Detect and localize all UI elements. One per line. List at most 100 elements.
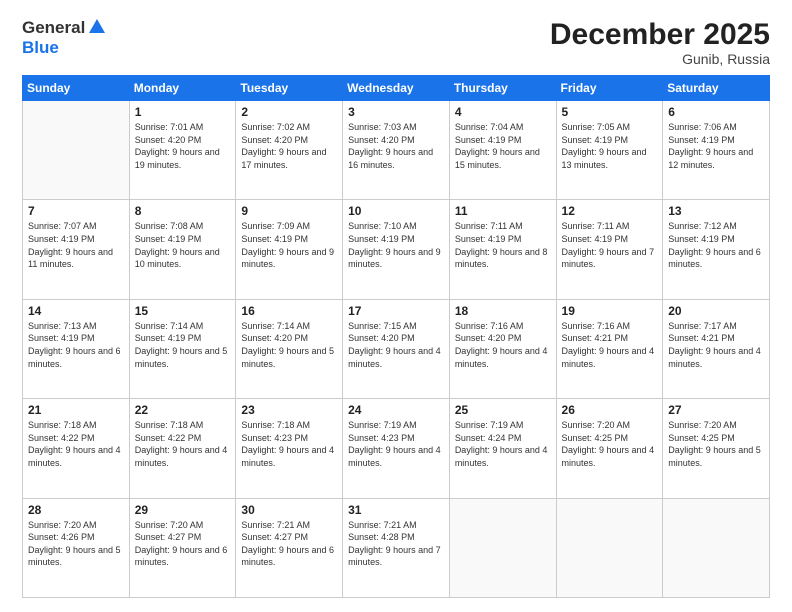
calendar-cell — [663, 498, 770, 597]
day-number: 1 — [135, 105, 231, 119]
calendar-cell: 1 Sunrise: 7:01 AMSunset: 4:20 PMDaylight… — [129, 101, 236, 200]
logo-blue-text: Blue — [22, 38, 59, 57]
calendar-cell: 4 Sunrise: 7:04 AMSunset: 4:19 PMDaylight… — [449, 101, 556, 200]
calendar-cell: 30 Sunrise: 7:21 AMSunset: 4:27 PMDayligh… — [236, 498, 343, 597]
day-number: 23 — [241, 403, 337, 417]
calendar-cell: 31 Sunrise: 7:21 AMSunset: 4:28 PMDayligh… — [343, 498, 450, 597]
day-number: 30 — [241, 503, 337, 517]
calendar-cell: 25 Sunrise: 7:19 AMSunset: 4:24 PMDayligh… — [449, 399, 556, 498]
day-number: 2 — [241, 105, 337, 119]
day-number: 14 — [28, 304, 124, 318]
day-number: 26 — [562, 403, 658, 417]
day-number: 4 — [455, 105, 551, 119]
day-number: 12 — [562, 204, 658, 218]
calendar-cell: 27Sunrise: 7:20 AMSunset: 4:25 PMDayligh… — [663, 399, 770, 498]
calendar-cell: 6 Sunrise: 7:06 AMSunset: 4:19 PMDaylight… — [663, 101, 770, 200]
cell-details: Sunrise: 7:01 AMSunset: 4:20 PMDaylight:… — [135, 121, 231, 171]
cell-details: Sunrise: 7:03 AMSunset: 4:20 PMDaylight:… — [348, 121, 444, 171]
calendar-cell: 11 Sunrise: 7:11 AMSunset: 4:19 PMDayligh… — [449, 200, 556, 299]
day-header-thursday: Thursday — [449, 76, 556, 101]
calendar-cell: 8Sunrise: 7:08 AMSunset: 4:19 PMDaylight… — [129, 200, 236, 299]
cell-details: Sunrise: 7:21 AMSunset: 4:28 PMDaylight:… — [348, 519, 444, 569]
calendar-cell: 14 Sunrise: 7:13 AMSunset: 4:19 PMDayligh… — [23, 299, 130, 398]
calendar-cell: 2Sunrise: 7:02 AMSunset: 4:20 PMDaylight… — [236, 101, 343, 200]
day-header-wednesday: Wednesday — [343, 76, 450, 101]
calendar-cell: 26 Sunrise: 7:20 AMSunset: 4:25 PMDayligh… — [556, 399, 663, 498]
cell-details: Sunrise: 7:16 AMSunset: 4:20 PMDaylight:… — [455, 320, 551, 370]
calendar-cell: 18Sunrise: 7:16 AMSunset: 4:20 PMDayligh… — [449, 299, 556, 398]
calendar-cell: 16 Sunrise: 7:14 AMSunset: 4:20 PMDayligh… — [236, 299, 343, 398]
cell-details: Sunrise: 7:20 AMSunset: 4:26 PMDaylight:… — [28, 519, 124, 569]
calendar-cell: 19 Sunrise: 7:16 AMSunset: 4:21 PMDayligh… — [556, 299, 663, 398]
cell-details: Sunrise: 7:17 AMSunset: 4:21 PMDaylight:… — [668, 320, 764, 370]
day-number: 16 — [241, 304, 337, 318]
calendar-cell: 20Sunrise: 7:17 AMSunset: 4:21 PMDayligh… — [663, 299, 770, 398]
cell-details: Sunrise: 7:15 AMSunset: 4:20 PMDaylight:… — [348, 320, 444, 370]
calendar-cell: 28 Sunrise: 7:20 AMSunset: 4:26 PMDayligh… — [23, 498, 130, 597]
cell-details: Sunrise: 7:05 AMSunset: 4:19 PMDaylight:… — [562, 121, 658, 171]
day-number: 13 — [668, 204, 764, 218]
title-block: December 2025 Gunib, Russia — [550, 18, 770, 67]
day-number: 19 — [562, 304, 658, 318]
day-number: 24 — [348, 403, 444, 417]
day-header-saturday: Saturday — [663, 76, 770, 101]
calendar-cell — [449, 498, 556, 597]
day-number: 31 — [348, 503, 444, 517]
cell-details: Sunrise: 7:18 AMSunset: 4:22 PMDaylight:… — [28, 419, 124, 469]
cell-details: Sunrise: 7:14 AMSunset: 4:20 PMDaylight:… — [241, 320, 337, 370]
day-header-tuesday: Tuesday — [236, 76, 343, 101]
day-number: 10 — [348, 204, 444, 218]
day-header-sunday: Sunday — [23, 76, 130, 101]
cell-details: Sunrise: 7:09 AMSunset: 4:19 PMDaylight:… — [241, 220, 337, 270]
cell-details: Sunrise: 7:18 AMSunset: 4:23 PMDaylight:… — [241, 419, 337, 469]
header: General Blue December 2025 Gunib, Russia — [22, 18, 770, 67]
logo: General Blue — [22, 18, 107, 58]
day-number: 9 — [241, 204, 337, 218]
cell-details: Sunrise: 7:11 AMSunset: 4:19 PMDaylight:… — [562, 220, 658, 270]
page: General Blue December 2025 Gunib, Russia… — [0, 0, 792, 612]
day-number: 11 — [455, 204, 551, 218]
calendar-cell: 15Sunrise: 7:14 AMSunset: 4:19 PMDayligh… — [129, 299, 236, 398]
day-number: 25 — [455, 403, 551, 417]
calendar-cell: 23 Sunrise: 7:18 AMSunset: 4:23 PMDayligh… — [236, 399, 343, 498]
cell-details: Sunrise: 7:19 AMSunset: 4:23 PMDaylight:… — [348, 419, 444, 469]
calendar-cell: 22 Sunrise: 7:18 AMSunset: 4:22 PMDayligh… — [129, 399, 236, 498]
day-number: 28 — [28, 503, 124, 517]
calendar-cell: 7Sunrise: 7:07 AMSunset: 4:19 PMDaylight… — [23, 200, 130, 299]
logo-general-text: General — [22, 18, 85, 38]
cell-details: Sunrise: 7:10 AMSunset: 4:19 PMDaylight:… — [348, 220, 444, 270]
day-number: 22 — [135, 403, 231, 417]
calendar-cell: 13 Sunrise: 7:12 AMSunset: 4:19 PMDayligh… — [663, 200, 770, 299]
day-number: 5 — [562, 105, 658, 119]
cell-details: Sunrise: 7:13 AMSunset: 4:19 PMDaylight:… — [28, 320, 124, 370]
day-number: 15 — [135, 304, 231, 318]
cell-details: Sunrise: 7:18 AMSunset: 4:22 PMDaylight:… — [135, 419, 231, 469]
calendar-cell: 12 Sunrise: 7:11 AMSunset: 4:19 PMDayligh… — [556, 200, 663, 299]
day-header-friday: Friday — [556, 76, 663, 101]
calendar-cell: 5 Sunrise: 7:05 AMSunset: 4:19 PMDaylight… — [556, 101, 663, 200]
logo-icon — [87, 17, 107, 37]
cell-details: Sunrise: 7:20 AMSunset: 4:27 PMDaylight:… — [135, 519, 231, 569]
day-header-monday: Monday — [129, 76, 236, 101]
day-number: 8 — [135, 204, 231, 218]
day-number: 29 — [135, 503, 231, 517]
cell-details: Sunrise: 7:06 AMSunset: 4:19 PMDaylight:… — [668, 121, 764, 171]
cell-details: Sunrise: 7:11 AMSunset: 4:19 PMDaylight:… — [455, 220, 551, 270]
calendar-cell: 21Sunrise: 7:18 AMSunset: 4:22 PMDayligh… — [23, 399, 130, 498]
calendar-cell: 17Sunrise: 7:15 AMSunset: 4:20 PMDayligh… — [343, 299, 450, 398]
cell-details: Sunrise: 7:04 AMSunset: 4:19 PMDaylight:… — [455, 121, 551, 171]
calendar-table: SundayMondayTuesdayWednesdayThursdayFrid… — [22, 75, 770, 598]
calendar-cell: 29 Sunrise: 7:20 AMSunset: 4:27 PMDayligh… — [129, 498, 236, 597]
cell-details: Sunrise: 7:20 AMSunset: 4:25 PMDaylight:… — [562, 419, 658, 469]
month-title: December 2025 — [550, 18, 770, 51]
cell-details: Sunrise: 7:16 AMSunset: 4:21 PMDaylight:… — [562, 320, 658, 370]
calendar-cell — [556, 498, 663, 597]
cell-details: Sunrise: 7:12 AMSunset: 4:19 PMDaylight:… — [668, 220, 764, 270]
cell-details: Sunrise: 7:21 AMSunset: 4:27 PMDaylight:… — [241, 519, 337, 569]
calendar-cell: 3Sunrise: 7:03 AMSunset: 4:20 PMDaylight… — [343, 101, 450, 200]
calendar-cell — [23, 101, 130, 200]
cell-details: Sunrise: 7:07 AMSunset: 4:19 PMDaylight:… — [28, 220, 124, 270]
day-number: 6 — [668, 105, 764, 119]
calendar-cell: 9 Sunrise: 7:09 AMSunset: 4:19 PMDaylight… — [236, 200, 343, 299]
cell-details: Sunrise: 7:19 AMSunset: 4:24 PMDaylight:… — [455, 419, 551, 469]
